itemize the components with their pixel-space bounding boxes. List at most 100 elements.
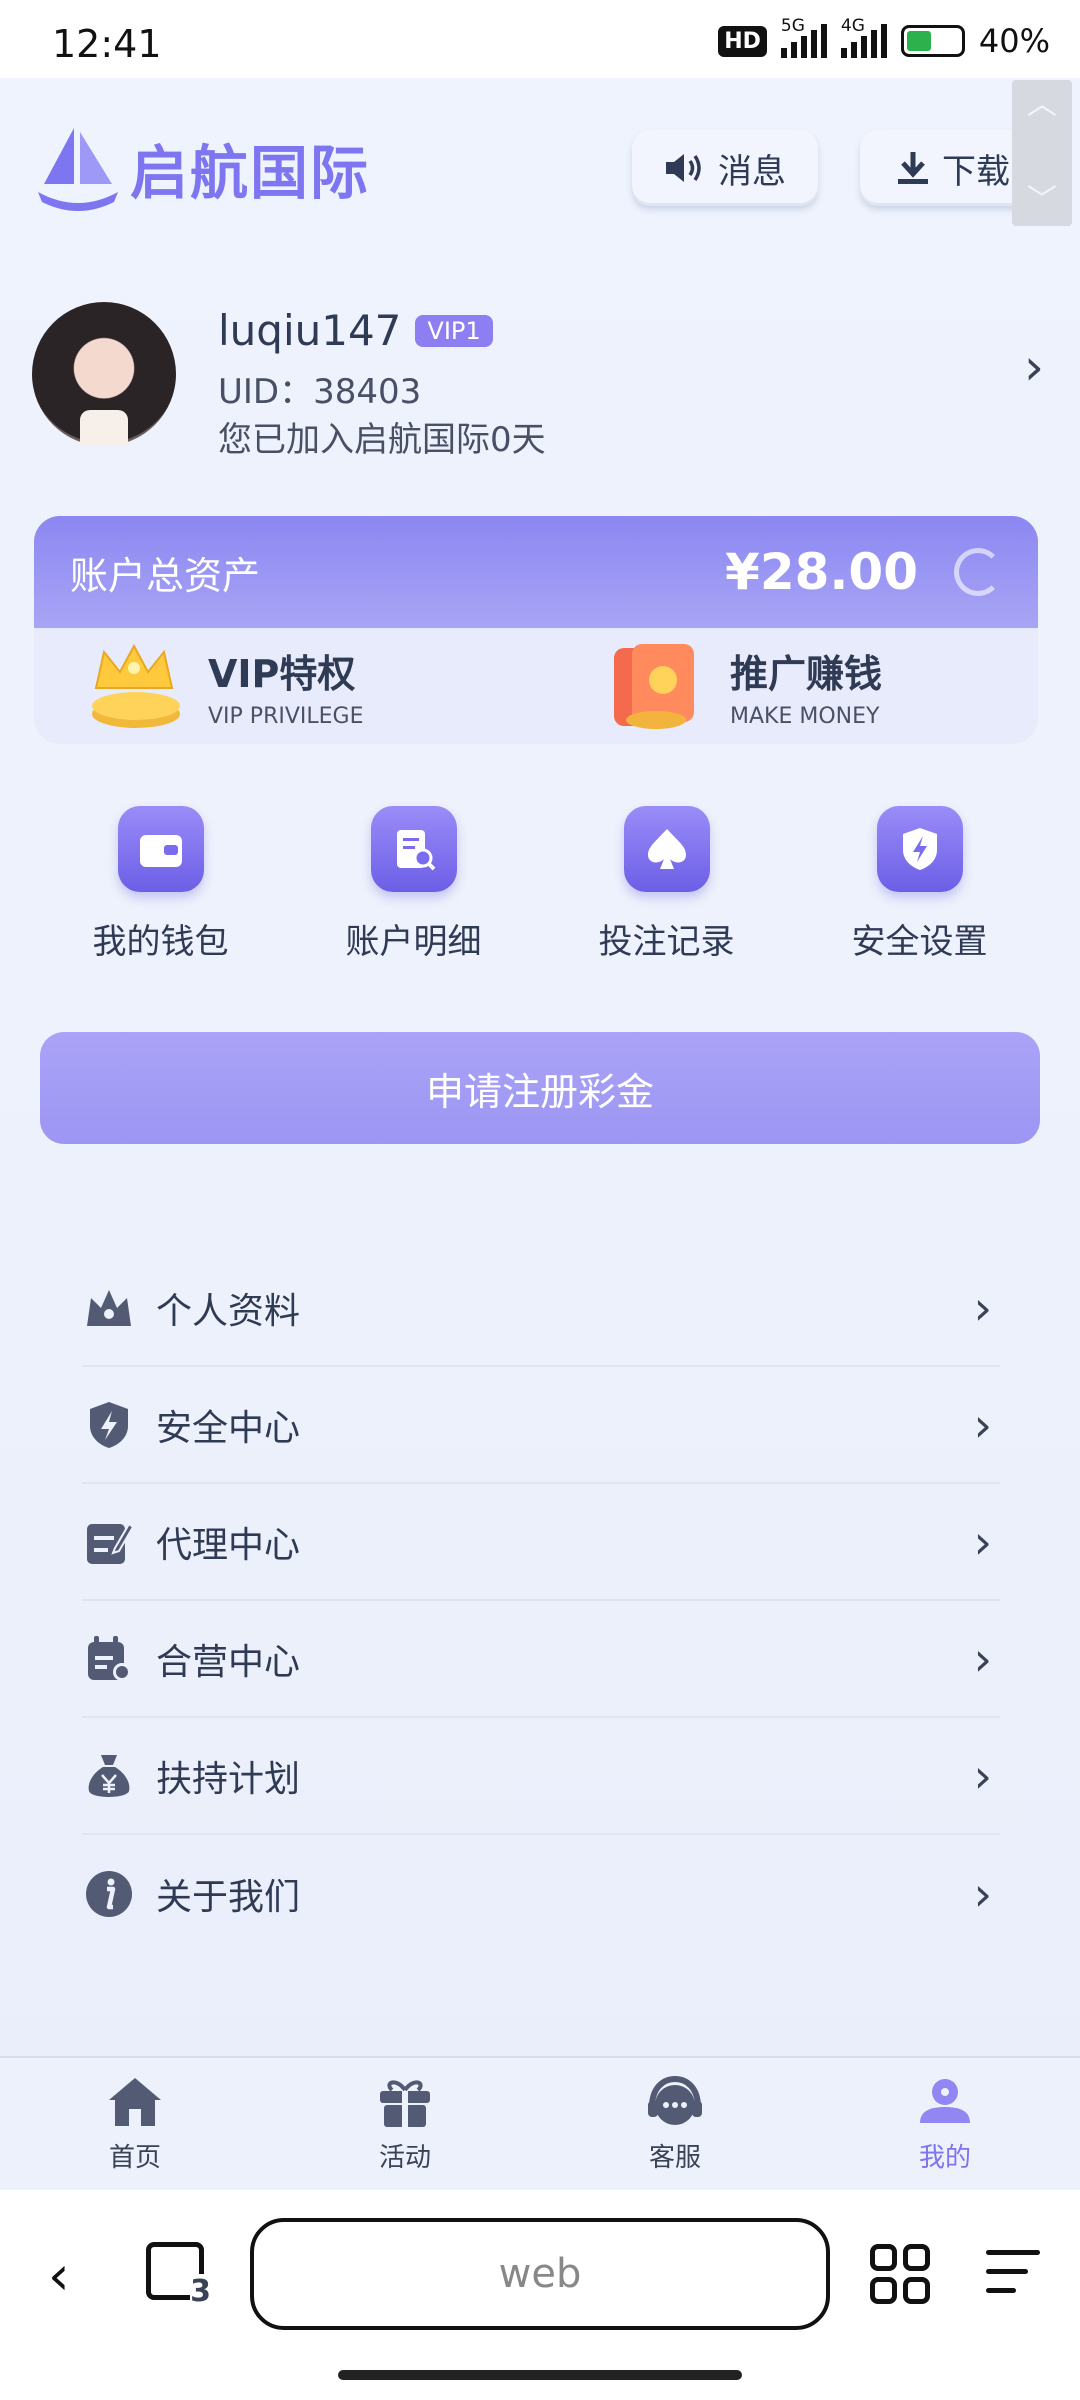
edit-icon	[82, 1515, 136, 1569]
quick-label: 账户明细	[345, 922, 482, 962]
spade-icon	[623, 806, 710, 892]
promo-subtitle: MAKE MONEY	[730, 704, 880, 729]
menu-item-joint-venture[interactable]: 合营中心 ›	[82, 1601, 1000, 1718]
messages-label: 消息	[718, 151, 786, 192]
asset-links: VIP特权 VIP PRIVILEGE 推广赚钱 MAKE MONEY	[34, 628, 1038, 744]
vip-privilege-link[interactable]: VIP特权 VIP PRIVILEGE	[34, 628, 516, 744]
asset-summary: 账户总资产 ¥28.00	[34, 516, 1038, 628]
signal-5g-icon: 5G	[780, 16, 827, 58]
apply-bonus-button[interactable]: 申请注册彩金	[40, 1032, 1040, 1144]
tab-mine[interactable]: 我的	[810, 2058, 1080, 2190]
joined-days: 您已加入启航国际0天	[218, 420, 546, 460]
tab-home[interactable]: 首页	[0, 2058, 270, 2190]
red-envelope-icon	[614, 644, 694, 729]
shield-icon	[876, 806, 963, 892]
tab-count: 3	[190, 2274, 211, 2309]
refresh-icon[interactable]	[954, 548, 1002, 596]
chevron-right-icon[interactable]: ›	[1024, 338, 1044, 396]
browser-grid-icon[interactable]	[870, 2244, 930, 2304]
headset-icon	[648, 2075, 702, 2125]
menu-item-security-center[interactable]: 安全中心 ›	[82, 1367, 1000, 1484]
home-indicator[interactable]	[338, 2370, 742, 2380]
profile-section[interactable]: luqiu147 VIP1 UID：38403 您已加入启航国际0天 ›	[32, 302, 1052, 460]
avatar[interactable]	[32, 302, 176, 446]
menu-item-agent-center[interactable]: 代理中心 ›	[82, 1484, 1000, 1601]
brand-logo[interactable]: 启航国际	[34, 122, 370, 214]
quick-wallet[interactable]: 我的钱包	[34, 806, 287, 966]
tab-label: 活动	[378, 2142, 431, 2173]
address-bar[interactable]: web	[250, 2218, 830, 2330]
crown-icon	[82, 1281, 136, 1335]
tab-customer-service[interactable]: 客服	[540, 2058, 810, 2190]
chevron-right-icon: ›	[973, 1631, 992, 1686]
shield-bolt-icon	[82, 1398, 136, 1452]
messages-button[interactable]: 消息	[632, 130, 818, 206]
browser-toolbar: ‹ 3 web	[0, 2190, 1080, 2400]
menu-label: 个人资料	[156, 1290, 301, 1332]
menu-label: 安全中心	[156, 1407, 301, 1449]
quick-label: 安全设置	[851, 922, 988, 962]
battery-percent: 40%	[978, 22, 1050, 60]
quick-label: 我的钱包	[92, 922, 229, 962]
chevron-right-icon: ›	[973, 1280, 992, 1335]
menu-item-profile[interactable]: 个人资料 ›	[82, 1250, 1000, 1367]
menu-label: 代理中心	[156, 1524, 301, 1566]
gift-icon	[380, 2079, 430, 2127]
quick-actions: 我的钱包 账户明细 投注记录 安全设置	[34, 806, 1046, 966]
asset-label: 账户总资产	[70, 553, 261, 598]
vip-subtitle: VIP PRIVILEGE	[208, 704, 364, 729]
vip-badge: VIP1	[415, 314, 493, 347]
promo-title: 推广赚钱	[730, 652, 883, 696]
quick-bet-records[interactable]: 投注记录	[540, 806, 793, 966]
status-time: 12:41	[52, 22, 162, 66]
bottom-tab-bar: 首页 活动 客服 我的	[0, 2056, 1080, 2190]
chevron-right-icon: ›	[973, 1514, 992, 1569]
menu-item-about[interactable]: 关于我们 ›	[82, 1835, 1000, 1952]
quick-account-detail[interactable]: 账户明细	[287, 806, 540, 966]
sailboat-logo-icon	[38, 128, 118, 211]
menu-label: 关于我们	[156, 1876, 301, 1918]
tab-label: 我的	[918, 2142, 971, 2173]
menu-item-support-plan[interactable]: 扶持计划 ›	[82, 1718, 1000, 1835]
brand-name: 启航国际	[130, 139, 371, 207]
asset-value: ¥28.00	[725, 543, 918, 601]
browser-tabs-icon[interactable]: 3	[146, 2242, 211, 2309]
crown-coins-icon	[92, 643, 180, 728]
info-icon	[82, 1867, 136, 1921]
chevron-right-icon: ›	[973, 1748, 992, 1803]
scroll-up-icon[interactable]: ︿	[1027, 90, 1057, 120]
user-icon	[920, 2078, 970, 2123]
browser-menu-icon[interactable]	[986, 2250, 1040, 2307]
scroll-down-icon[interactable]: ﹀	[1027, 186, 1057, 216]
hd-indicator: HD	[718, 25, 767, 57]
status-right: HD 5G 4G 40%	[718, 16, 1050, 60]
chevron-right-icon: ›	[973, 1397, 992, 1452]
calendar-icon	[82, 1632, 136, 1686]
net-label-5g: 5G	[780, 16, 805, 36]
page-scroll-control[interactable]: ︿ ﹀	[1012, 80, 1072, 226]
username-row: luqiu147 VIP1	[218, 306, 493, 355]
wallet-icon	[117, 806, 204, 892]
home-icon	[109, 2077, 161, 2126]
battery-icon	[900, 25, 965, 57]
signal-4g-icon: 4G	[840, 16, 887, 58]
money-bag-icon	[82, 1749, 136, 1803]
download-label: 下载	[942, 151, 1010, 192]
vip-title: VIP特权	[208, 652, 356, 696]
chevron-right-icon: ›	[973, 1866, 992, 1921]
browser-back-icon[interactable]: ‹	[48, 2244, 70, 2307]
net-label-4g: 4G	[840, 16, 865, 36]
tab-activities[interactable]: 活动	[270, 2058, 540, 2190]
tab-label: 首页	[108, 2142, 161, 2173]
quick-label: 投注记录	[598, 922, 735, 962]
promo-link[interactable]: 推广赚钱 MAKE MONEY	[516, 628, 1038, 744]
username: luqiu147	[218, 306, 402, 355]
user-uid: UID：38403	[218, 372, 422, 412]
quick-security[interactable]: 安全设置	[793, 806, 1046, 966]
menu-label: 合营中心	[156, 1641, 301, 1683]
speaker-icon	[666, 154, 701, 182]
status-bar: 12:41 HD 5G 4G 40%	[0, 0, 1080, 78]
download-icon	[898, 152, 928, 184]
settings-menu: 个人资料 › 安全中心 › 代理中心 › 合营中心 › 扶持计划 › 关于我们 …	[82, 1250, 1000, 1952]
asset-card: 账户总资产 ¥28.00 VIP特权 VIP PRIVILEGE 推广赚钱 MA…	[34, 516, 1038, 744]
